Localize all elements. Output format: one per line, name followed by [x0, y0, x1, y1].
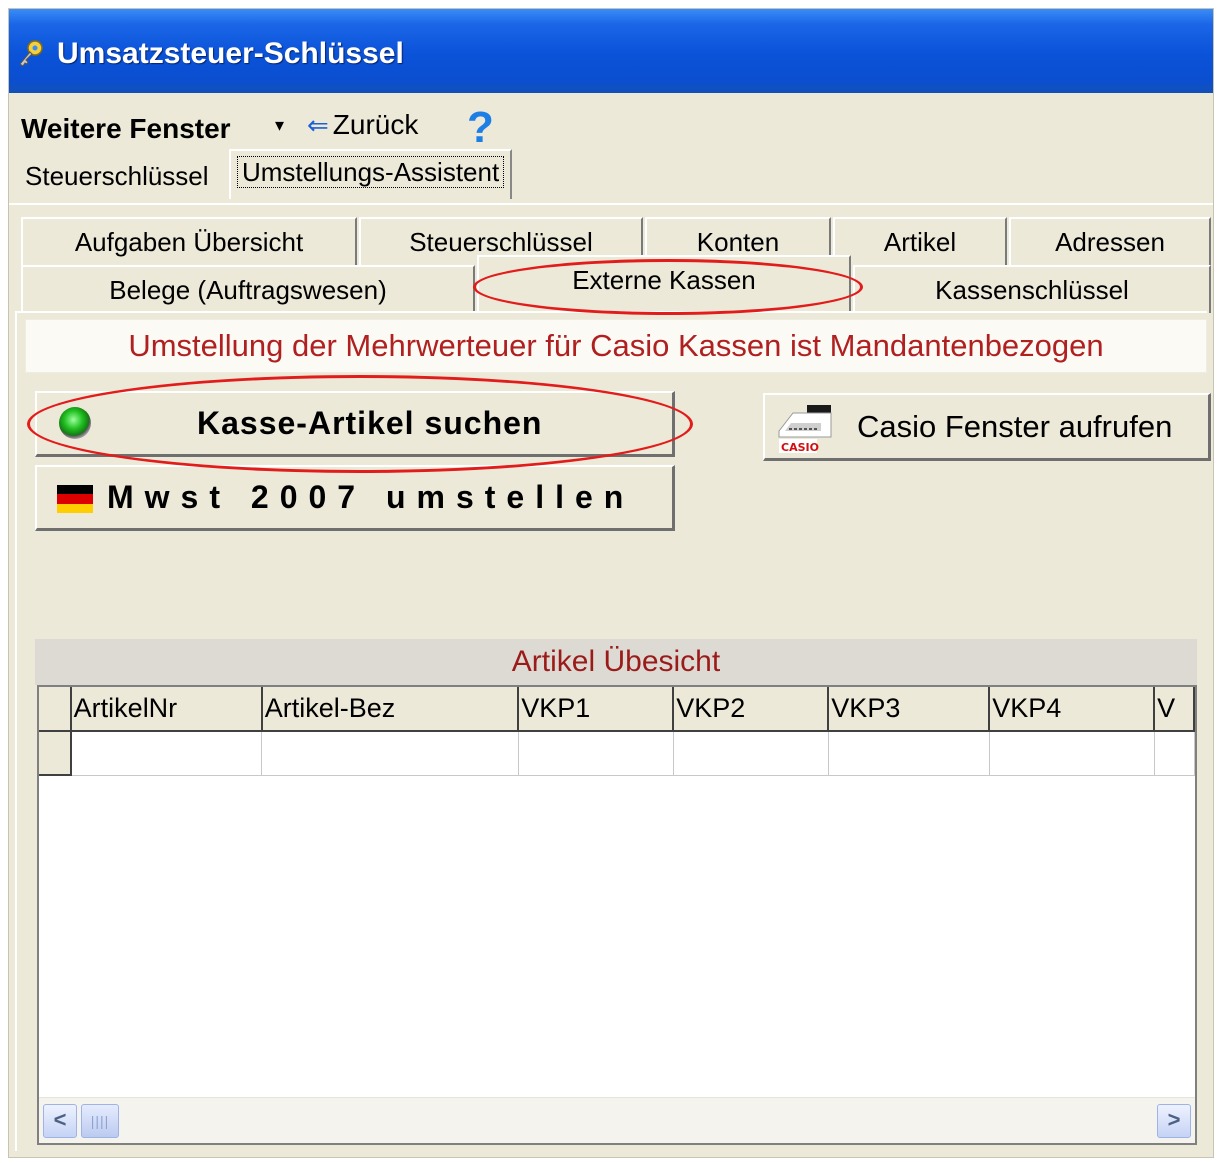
table-cell[interactable]	[261, 731, 519, 776]
table-cell[interactable]	[673, 731, 829, 776]
column-header-vkp4[interactable]: VKP4	[989, 687, 1156, 732]
row-selector[interactable]	[39, 731, 72, 776]
grid-title: Artikel Übesicht	[35, 639, 1197, 685]
column-header-vkp1[interactable]: VKP1	[518, 687, 675, 732]
tab-artikel[interactable]: Artikel	[833, 217, 1007, 265]
scroll-left-icon[interactable]: <	[43, 1104, 77, 1138]
back-arrow-icon: ⇐	[307, 110, 329, 140]
artikel-grid[interactable]: ArtikelNr Artikel-Bez VKP1 VKP2 VKP3 VKP…	[37, 685, 1197, 1145]
casio-register-icon: CASIO	[778, 405, 832, 454]
tab-umstellungs-assistent[interactable]: Umstellungs-Assistent	[229, 149, 513, 199]
table-cell[interactable]	[70, 731, 263, 776]
scroll-right-icon[interactable]: >	[1157, 1104, 1191, 1138]
app-window: Umsatzsteuer-Schlüssel Weitere Fenster ▾…	[8, 8, 1214, 1158]
back-label: Zurück	[332, 109, 419, 140]
button-label: Mwst 2007 umstellen	[107, 479, 635, 515]
button-label: Kasse-Artikel suchen	[197, 405, 543, 441]
german-flag-icon	[57, 485, 93, 513]
artikel-table: ArtikelNr Artikel-Bez VKP1 VKP2 VKP3 VKP…	[39, 687, 1195, 776]
table-cell[interactable]	[989, 731, 1155, 776]
tab-externe-kassen[interactable]: Externe Kassen	[477, 255, 851, 313]
info-banner: Umstellung der Mehrwerteuer für Casio Ka…	[25, 319, 1207, 373]
key-tool-icon	[19, 40, 43, 67]
window-title: Umsatzsteuer-Schlüssel	[57, 37, 404, 70]
scroll-thumb[interactable]: ||||	[81, 1104, 119, 1138]
column-header-vkp2[interactable]: VKP2	[673, 687, 830, 732]
button-label: Casio Fenster aufrufen	[857, 409, 1173, 444]
weitere-fenster-menu[interactable]: Weitere Fenster	[21, 113, 231, 145]
column-header-v[interactable]: V	[1154, 687, 1195, 732]
casio-fenster-aufrufen-button[interactable]: CASIO Casio Fenster aufrufen	[763, 393, 1211, 461]
column-header-vkp3[interactable]: VKP3	[828, 687, 991, 732]
chevron-down-icon[interactable]: ▾	[275, 115, 284, 136]
tab-aufgaben-uebersicht[interactable]: Aufgaben Übersicht	[21, 217, 357, 265]
horizontal-scrollbar[interactable]: < |||| >	[39, 1097, 1195, 1143]
top-tab-strip: Steuerschlüssel Umstellungs-Assistent	[9, 149, 1213, 209]
table-header-row: ArtikelNr Artikel-Bez VKP1 VKP2 VKP3 VKP…	[39, 687, 1195, 732]
table-cell[interactable]	[1154, 731, 1195, 776]
table-cell[interactable]	[518, 731, 674, 776]
casio-brand-text: CASIO	[781, 441, 819, 454]
column-header-artikel-bez[interactable]: Artikel-Bez	[261, 687, 520, 732]
divider	[9, 203, 1213, 205]
sub-tab-row-2: Belege (Auftragswesen) Externe Kassen Ka…	[21, 255, 1213, 313]
tab-belege[interactable]: Belege (Auftragswesen)	[21, 265, 475, 313]
kasse-artikel-suchen-button[interactable]: Kasse-Artikel suchen	[35, 391, 675, 457]
title-bar[interactable]: Umsatzsteuer-Schlüssel	[9, 9, 1213, 93]
green-led-icon	[59, 407, 91, 439]
table-row[interactable]	[39, 731, 1195, 776]
tab-label: Umstellungs-Assistent	[237, 156, 505, 188]
tab-kassenschluessel[interactable]: Kassenschlüssel	[853, 265, 1211, 313]
mwst-2007-umstellen-button[interactable]: Mwst 2007 umstellen	[35, 465, 675, 531]
corner-cell[interactable]	[39, 687, 72, 732]
tab-steuerschluessel-top[interactable]: Steuerschlüssel	[19, 155, 215, 197]
column-header-artikelnr[interactable]: ArtikelNr	[70, 687, 263, 732]
tab-label: Steuerschlüssel	[25, 161, 209, 191]
help-question-icon[interactable]: ?	[467, 103, 494, 153]
table-cell[interactable]	[828, 731, 990, 776]
tab-adressen[interactable]: Adressen	[1009, 217, 1211, 265]
back-button[interactable]: ⇐ Zurück	[307, 109, 418, 141]
